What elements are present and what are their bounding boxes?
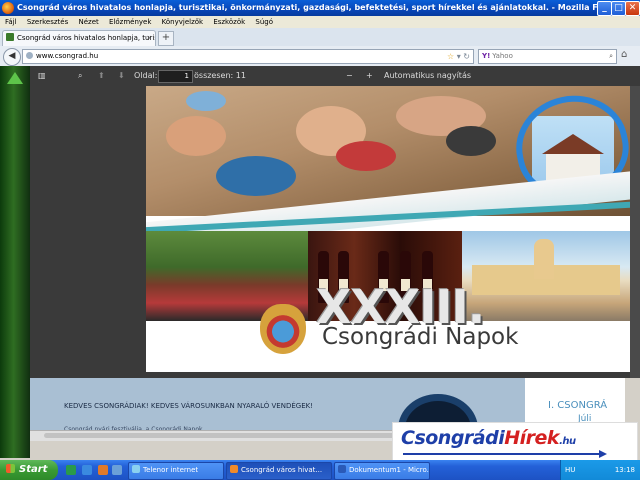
search-placeholder: Yahoo — [492, 52, 513, 60]
taskbar-label: Telenor internet — [143, 466, 199, 474]
search-icon[interactable]: ⌕ — [609, 50, 613, 63]
bookmark-star-icon[interactable]: ☆ — [447, 52, 454, 61]
start-label: Start — [19, 464, 48, 475]
page-number-input[interactable]: 1 — [158, 70, 193, 83]
close-button[interactable]: ✕ — [625, 1, 640, 16]
logo-brand-a: Csongrádi — [401, 427, 505, 449]
logo-tld: .hu — [559, 436, 576, 447]
quicklaunch-icon-1[interactable] — [66, 465, 76, 475]
quicklaunch-icon-4[interactable] — [112, 465, 122, 475]
taskbar-label: Csongrád város hivat... — [241, 466, 323, 474]
menu-edit[interactable]: Szerkesztés — [27, 18, 68, 26]
start-button[interactable]: Start — [0, 460, 58, 480]
prev-page-icon[interactable]: ⬆ — [98, 66, 105, 86]
tab-csongrad[interactable]: Csongrád város hivatalos honlapja, turis… — [2, 30, 156, 47]
menu-bar: Fájl Szerkesztés Nézet Előzmények Könyvj… — [0, 16, 640, 28]
word-icon — [338, 465, 346, 473]
system-tray: HU 13:18 — [560, 460, 640, 480]
menu-view[interactable]: Nézet — [78, 18, 98, 26]
logo-underline — [403, 453, 599, 455]
menu-history[interactable]: Előzmények — [109, 18, 151, 26]
zoom-select[interactable]: Automatikus nagyítás — [384, 66, 471, 86]
navigation-bar: ◀ www.csongrad.hu ☆ ▾ ↻ Y! Yahoo ⌕ ⌂ — [0, 46, 640, 67]
ie-icon[interactable] — [82, 465, 92, 475]
vertical-scrollbar[interactable] — [630, 86, 640, 378]
url-controls: ☆ ▾ ↻ — [447, 52, 470, 61]
new-tab-button[interactable]: + — [158, 31, 174, 46]
taskbar-label: Dokumentum1 - Micro... — [349, 466, 430, 474]
window-title: Csongrád város hivatalos honlapja, turis… — [17, 3, 624, 12]
network-icon — [132, 465, 140, 473]
favicon-icon — [6, 33, 14, 41]
zoom-in-button[interactable]: + — [366, 66, 373, 86]
page-background-left — [0, 66, 30, 458]
menu-tools[interactable]: Eszközök — [213, 18, 245, 26]
globe-icon — [26, 52, 33, 59]
menu-bookmarks[interactable]: Könyvjelzők — [162, 18, 203, 26]
csongradi-hirek-logo: CsongrádiHírek.hu — [392, 422, 638, 462]
tab-bar: Csongrád város hivatalos honlapja, turis… — [0, 28, 640, 47]
taskbar: Start Telenor internet Csongrád város hi… — [0, 460, 640, 480]
pdf-sidebar — [30, 86, 146, 377]
minimize-button[interactable]: _ — [597, 1, 612, 16]
mountain-logo-icon — [7, 72, 23, 84]
yahoo-icon[interactable]: Y! — [482, 52, 490, 60]
page-label: Oldal: — [134, 71, 158, 80]
menu-file[interactable]: Fájl — [5, 18, 17, 26]
taskbar-button-firefox[interactable]: Csongrád város hivat... — [226, 462, 332, 480]
sidebar-toggle-icon[interactable]: ▥ — [38, 66, 46, 86]
page-total: összesen: 11 — [194, 71, 246, 80]
search-input[interactable]: Y! Yahoo ⌕ — [478, 49, 617, 64]
windows-flag-icon — [6, 464, 15, 473]
zoom-out-button[interactable]: − — [346, 66, 353, 86]
back-button[interactable]: ◀ — [3, 48, 21, 66]
festival-banner: XXXIII. Csongrádi Napok — [146, 86, 630, 372]
next-page-icon[interactable]: ⬇ — [118, 66, 125, 86]
firefox-task-icon — [230, 465, 238, 473]
maximize-button[interactable]: □ — [611, 1, 626, 16]
window-titlebar: Csongrád város hivatalos honlapja, turis… — [0, 0, 640, 16]
greeting-text: KEDVES CSONGRÁDIAK! KEDVES VÁROSUNKBAN N… — [64, 402, 314, 410]
menu-help[interactable]: Súgó — [255, 18, 273, 26]
find-icon[interactable]: ⌕ — [78, 66, 82, 86]
home-button[interactable]: ⌂ — [621, 49, 627, 60]
firefox-quicklaunch-icon[interactable] — [98, 465, 108, 475]
festival-title: Csongrádi Napok — [322, 324, 519, 350]
url-text: www.csongrad.hu — [36, 52, 99, 60]
taskbar-button-word[interactable]: Dokumentum1 - Micro... — [334, 462, 430, 480]
language-indicator[interactable]: HU — [565, 466, 575, 474]
url-input[interactable]: www.csongrad.hu ☆ ▾ ↻ — [22, 49, 474, 64]
side-heading: I. CSONGRÁ — [548, 400, 608, 411]
taskbar-button-telenor[interactable]: Telenor internet — [128, 462, 224, 480]
tab-label: Csongrád város hivatalos honlapja, turis… — [17, 34, 155, 42]
logo-brand-b: Hírek — [504, 427, 560, 449]
logo-arrow-icon — [599, 450, 607, 458]
pdf-toolbar: ▥ ⌕ ⬆ ⬇ Oldal: 1 összesen: 11 − + Automa… — [30, 66, 640, 86]
town-hall-photo — [462, 231, 630, 321]
tab-close-icon[interactable]: × — [146, 31, 152, 46]
firefox-icon — [2, 2, 14, 14]
clock: 13:18 — [614, 466, 635, 474]
coat-of-arms-icon — [260, 304, 306, 354]
